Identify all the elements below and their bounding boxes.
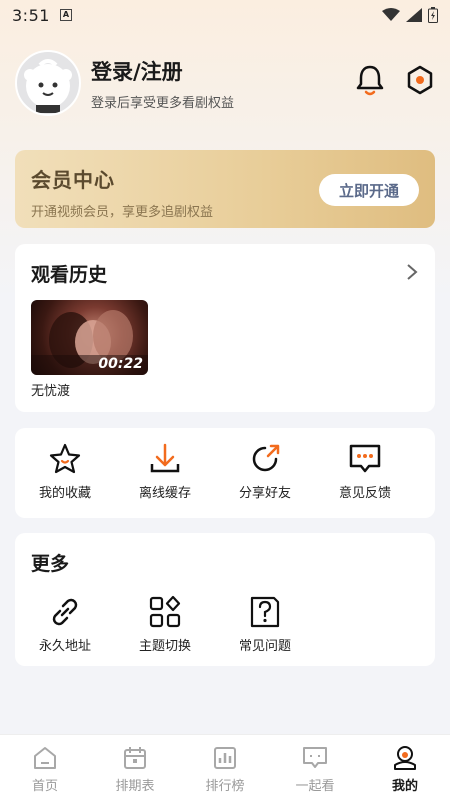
bottom-tab-bar: 首页 排期表 排行榜 一起看 我的 [0, 734, 450, 800]
ranking-icon [214, 747, 236, 769]
tab-home[interactable]: 首页 [0, 735, 90, 800]
tab-home-label: 首页 [31, 779, 58, 794]
open-vip-button[interactable]: 立即开通 [319, 174, 419, 206]
status-time: 3:51 [12, 5, 50, 25]
history-item-title[interactable]: 无忧渡 [31, 380, 70, 399]
history-more-button[interactable] [405, 262, 419, 286]
watch-history-card: 观看历史 00:22 无忧渡 [15, 244, 435, 412]
bell-icon [356, 65, 384, 96]
gear-icon [407, 65, 433, 95]
tab-mine[interactable]: 我的 [360, 735, 450, 800]
link-icon [52, 598, 78, 626]
tab-schedule-label: 排期表 [115, 779, 155, 794]
home-icon [34, 747, 56, 769]
favorites-label: 我的收藏 [38, 486, 91, 501]
favorites-button[interactable]: 我的收藏 [15, 442, 115, 501]
thumbnail-duration: 00:22 [98, 356, 143, 372]
offline-cache-button[interactable]: 离线缓存 [115, 442, 215, 501]
login-subtitle: 登录后享受更多看剧权益 [91, 95, 235, 111]
tab-watch-together[interactable]: 一起看 [270, 735, 360, 800]
wifi-icon [382, 8, 400, 21]
offline-cache-label: 离线缓存 [138, 486, 191, 501]
permanent-address-label: 永久地址 [38, 639, 91, 654]
chat-icon [303, 747, 327, 768]
chevron-right-icon [407, 264, 418, 280]
default-avatar-icon [24, 59, 72, 113]
profile-header: 登录/注册 登录后享受更多看剧权益 [15, 48, 435, 118]
signal-icon [406, 8, 422, 22]
history-thumbnail[interactable]: 00:22 [31, 300, 148, 375]
theme-icon [149, 595, 181, 628]
login-title[interactable]: 登录/注册 [91, 56, 234, 86]
history-title: 观看历史 [31, 264, 108, 286]
tab-schedule[interactable]: 排期表 [90, 735, 180, 800]
profile-icon [394, 746, 416, 770]
tab-ranking-label: 排行榜 [205, 779, 245, 794]
profile-text[interactable]: 登录/注册 登录后享受更多看剧权益 [91, 56, 234, 111]
calendar-icon [124, 747, 146, 769]
notification-icon: A [59, 9, 72, 21]
share-button[interactable]: 分享好友 [215, 442, 315, 501]
theme-switch-button[interactable]: 主题切换 [115, 595, 215, 654]
theme-switch-label: 主题切换 [138, 639, 191, 654]
faq-button[interactable]: 常见问题 [215, 595, 315, 654]
share-label: 分享好友 [238, 486, 291, 501]
more-title: 更多 [31, 553, 70, 575]
feedback-label: 意见反馈 [338, 486, 391, 501]
star-icon [49, 443, 81, 474]
tab-mine-label: 我的 [391, 779, 418, 794]
status-icons [382, 7, 438, 23]
permanent-address-button[interactable]: 永久地址 [15, 595, 115, 654]
faq-label: 常见问题 [238, 639, 291, 654]
faq-icon [250, 596, 280, 628]
quick-actions-card: 我的收藏 离线缓存 分享好友 意见反馈 [15, 428, 435, 518]
more-card: 更多 永久地址 主题切换 常见问题 [15, 533, 435, 666]
download-icon [150, 443, 180, 473]
vip-center-card[interactable]: 会员中心 开通视频会员，享更多追剧权益 立即开通 [15, 150, 435, 228]
feedback-icon [349, 444, 381, 473]
tab-watch-together-label: 一起看 [295, 779, 335, 794]
feedback-button[interactable]: 意见反馈 [315, 442, 415, 501]
settings-button[interactable] [405, 64, 435, 100]
status-bar: 3:51 A [0, 0, 450, 30]
tab-ranking[interactable]: 排行榜 [180, 735, 270, 800]
battery-icon [428, 7, 438, 23]
avatar[interactable] [15, 50, 81, 116]
share-icon [252, 444, 280, 472]
notification-button[interactable] [355, 64, 385, 100]
